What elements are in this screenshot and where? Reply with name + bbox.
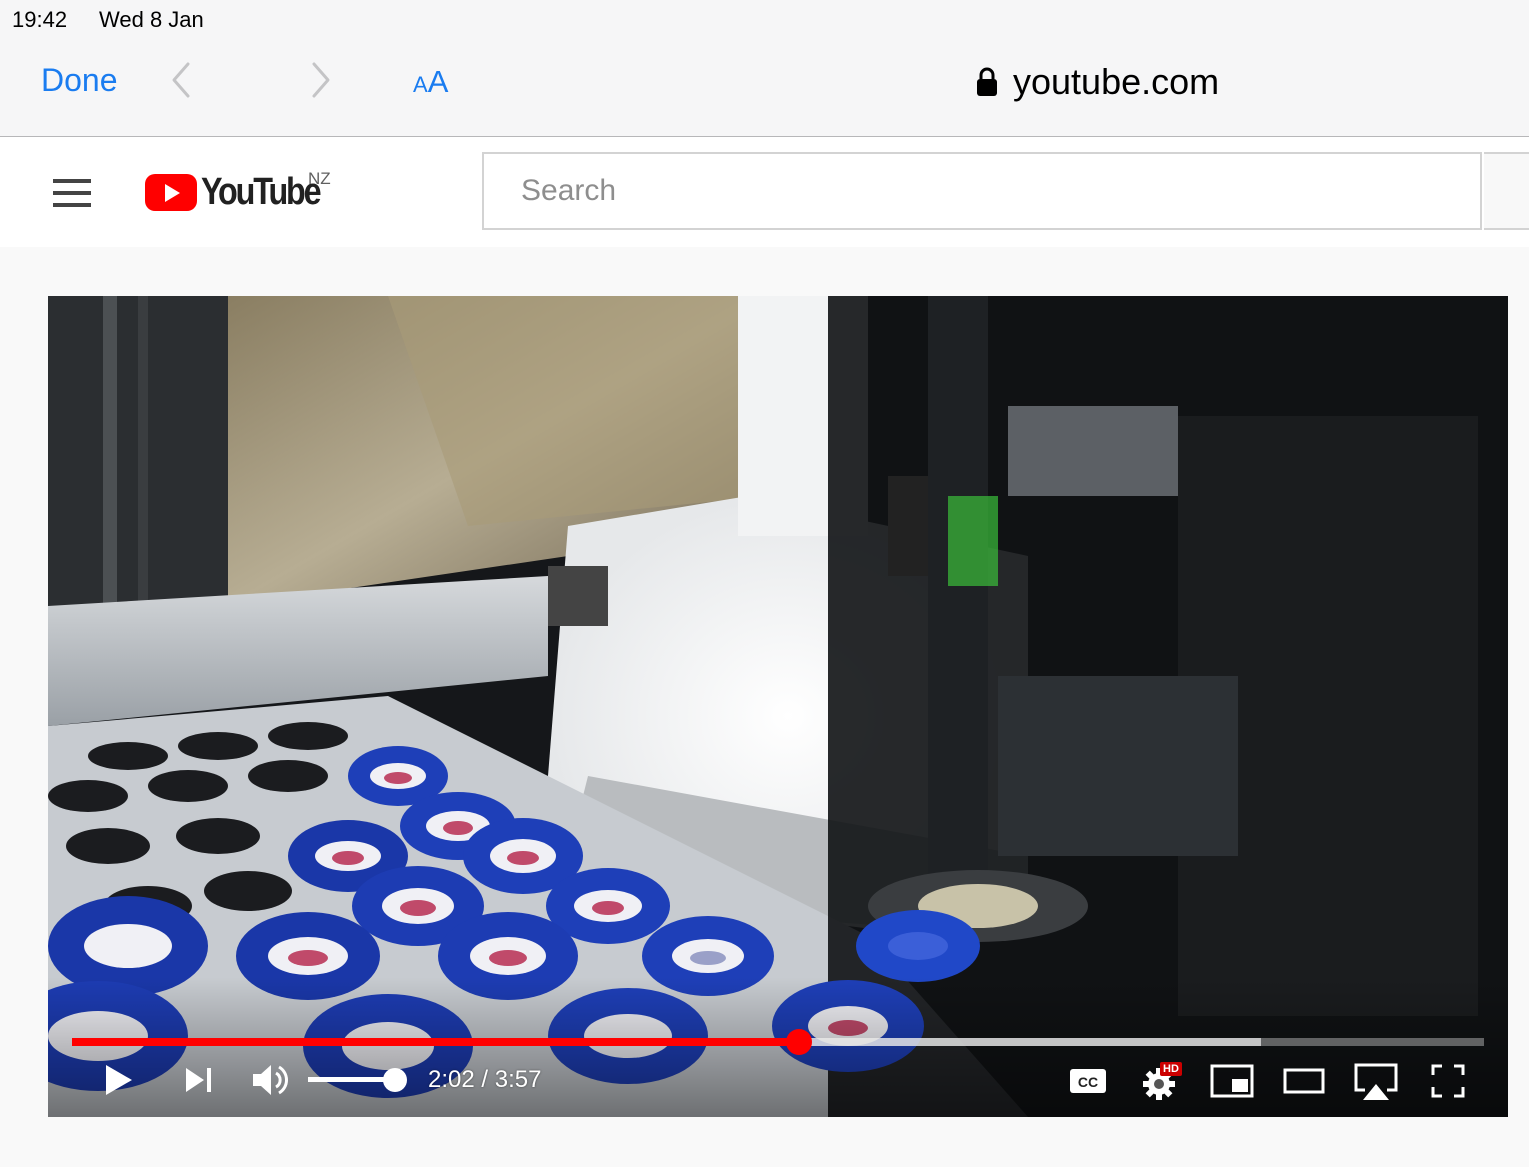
- play-icon[interactable]: [100, 1062, 136, 1098]
- lock-icon: [977, 67, 997, 96]
- progress-scrubber[interactable]: [786, 1029, 813, 1055]
- captions-icon[interactable]: CC: [1069, 1066, 1107, 1096]
- svg-text:CC: CC: [1078, 1074, 1098, 1090]
- fullscreen-icon[interactable]: [1431, 1064, 1465, 1098]
- chevron-left-icon[interactable]: [166, 60, 196, 100]
- current-time: 2:02: [428, 1066, 475, 1093]
- youtube-play-logo-icon: [145, 173, 197, 211]
- duration: 3:57: [494, 1066, 542, 1093]
- status-bar: 19:42 Wed 8 Jan: [0, 0, 1529, 40]
- miniplayer-icon[interactable]: [1210, 1064, 1254, 1098]
- airplay-icon[interactable]: [1353, 1062, 1399, 1102]
- safari-toolbar: Done AA youtube.com: [0, 40, 1529, 137]
- address-bar[interactable]: youtube.com: [975, 60, 1219, 104]
- volume-slider[interactable]: [308, 1077, 396, 1082]
- done-button[interactable]: Done: [41, 62, 118, 99]
- reader-big-a: A: [427, 64, 449, 99]
- hd-badge: HD: [1160, 1062, 1182, 1076]
- time-separator: /: [474, 1066, 495, 1093]
- country-code: NZ: [308, 169, 331, 188]
- reader-text-size-button[interactable]: AA: [413, 64, 448, 100]
- time-display: 2:02 / 3:57: [428, 1066, 541, 1094]
- volume-icon[interactable]: [251, 1062, 291, 1098]
- theater-mode-icon[interactable]: [1283, 1066, 1325, 1096]
- below-video-area: [0, 1117, 1529, 1167]
- progress-bar[interactable]: [72, 1029, 1484, 1055]
- video-player[interactable]: 2:02 / 3:57 CC HD: [48, 296, 1508, 1117]
- status-time: 19:42: [12, 7, 68, 32]
- search-button[interactable]: [1484, 152, 1529, 230]
- menu-icon[interactable]: [53, 179, 91, 207]
- chevron-right-icon[interactable]: [306, 60, 336, 100]
- youtube-wordmark: YouTube: [201, 170, 322, 213]
- reader-small-a: A: [413, 72, 428, 97]
- progress-played: [72, 1038, 800, 1046]
- youtube-header: YouTube NZ Search: [0, 137, 1529, 247]
- url-text: youtube.com: [1013, 61, 1220, 102]
- search-input[interactable]: Search: [482, 152, 1482, 230]
- settings-button[interactable]: HD: [1141, 1062, 1185, 1102]
- next-icon[interactable]: [184, 1066, 214, 1094]
- status-date: Wed 8 Jan: [99, 7, 204, 32]
